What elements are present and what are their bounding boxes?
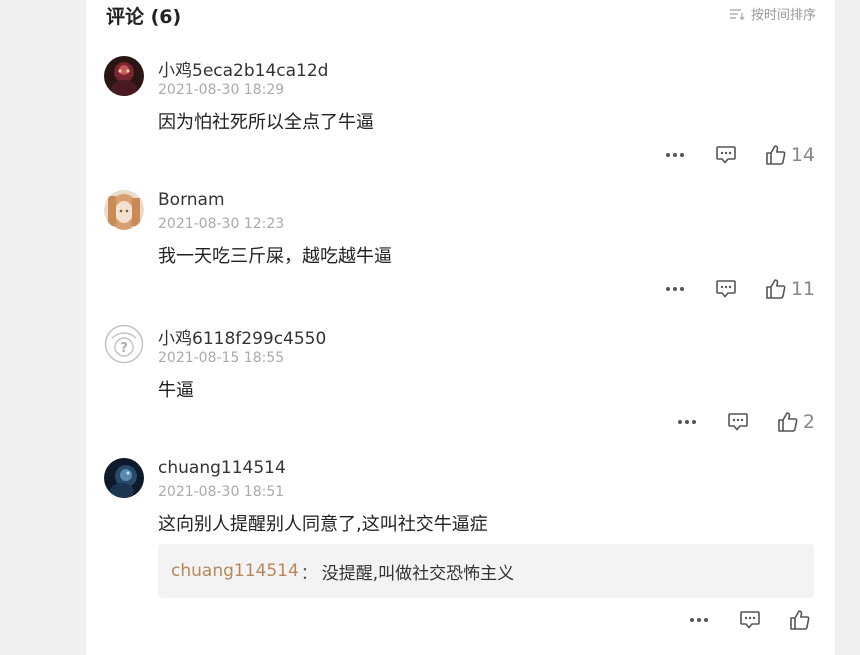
comment-text: 这向别人提醒别人同意了,这叫社交牛逼症 (158, 514, 488, 535)
like-count: 2 (802, 411, 815, 433)
like-button[interactable] (789, 609, 815, 631)
like-count: 14 (790, 144, 815, 166)
thumbs-up-icon (766, 279, 786, 299)
svg-text:?: ? (120, 341, 128, 356)
thumbs-up-icon (778, 412, 798, 432)
avatar[interactable]: ? (104, 324, 144, 364)
more-dots-icon (665, 287, 684, 291)
comment-text: 因为怕社死所以全点了牛逼 (158, 112, 374, 133)
reply-button[interactable] (739, 610, 761, 630)
avatar[interactable] (104, 190, 144, 230)
like-button[interactable]: 2 (777, 411, 815, 433)
comment-time: 2021-08-30 18:51 (158, 484, 285, 500)
sort-icon (729, 8, 745, 21)
more-dots-icon (677, 420, 696, 424)
comment-username[interactable]: Bornam (158, 190, 225, 210)
more-button[interactable] (677, 419, 697, 425)
comment-username[interactable]: 小鸡5eca2b14ca12d (158, 56, 328, 81)
more-button[interactable] (665, 152, 685, 158)
reply-button[interactable] (727, 412, 749, 432)
comments-panel: 评论 (6) 按时间排序 小鸡5eca2b14ca12d 2021-08-30 … (86, 0, 835, 655)
like-count: 11 (790, 278, 815, 300)
comment-bubble-icon (728, 413, 748, 431)
reply-text: 没提醒,叫做社交恐怖主义 (321, 563, 515, 584)
more-button[interactable] (665, 286, 685, 292)
comment-bubble-icon (716, 146, 736, 164)
comment-time: 2021-08-30 18:29 (158, 82, 285, 98)
comment-text: 我一天吃三斤屎，越吃越牛逼 (158, 246, 392, 267)
more-dots-icon (665, 153, 684, 157)
reply-button[interactable] (715, 279, 737, 299)
thumbs-up-icon (766, 145, 786, 165)
comment-actions: 11 (665, 277, 815, 301)
reply-button[interactable] (715, 145, 737, 165)
comment-username[interactable]: 小鸡6118f299c4550 (158, 324, 326, 349)
comment-username[interactable]: chuang114514 (158, 458, 286, 478)
comment-bubble-icon (716, 280, 736, 298)
comment-bubble-icon (740, 611, 760, 629)
comment-item: Bornam 2021-08-30 12:23 我一天吃三斤屎，越吃越牛逼 11 (104, 190, 815, 310)
comment-text: 牛逼 (158, 380, 194, 401)
reply-username[interactable]: chuang114514 (171, 561, 299, 581)
comment-item: ? 小鸡6118f299c4550 2021-08-15 18:55 牛逼 2 (104, 324, 815, 444)
like-button[interactable]: 11 (765, 278, 815, 300)
avatar[interactable] (104, 56, 144, 96)
sort-label: 按时间排序 (750, 8, 816, 23)
like-button[interactable]: 14 (765, 144, 815, 166)
reply-separator: ： (300, 563, 318, 584)
avatar[interactable] (104, 458, 144, 498)
comment-time: 2021-08-15 18:55 (158, 350, 285, 366)
comment-actions: 14 (665, 143, 815, 167)
more-button[interactable] (689, 617, 709, 623)
comment-time: 2021-08-30 12:23 (158, 216, 285, 232)
comment-item: 小鸡5eca2b14ca12d 2021-08-30 18:29 因为怕社死所以… (104, 56, 815, 176)
reply-quote: chuang114514 ： 没提醒,叫做社交恐怖主义 (158, 544, 814, 598)
comment-item: chuang114514 2021-08-30 18:51 这向别人提醒别人同意… (104, 458, 815, 648)
more-dots-icon (690, 618, 708, 622)
thumbs-up-icon (790, 610, 810, 630)
comments-title: 评论 (6) (106, 6, 182, 28)
comment-actions (689, 608, 815, 632)
comment-actions: 2 (677, 410, 815, 434)
sort-button[interactable]: 按时间排序 (729, 4, 816, 23)
